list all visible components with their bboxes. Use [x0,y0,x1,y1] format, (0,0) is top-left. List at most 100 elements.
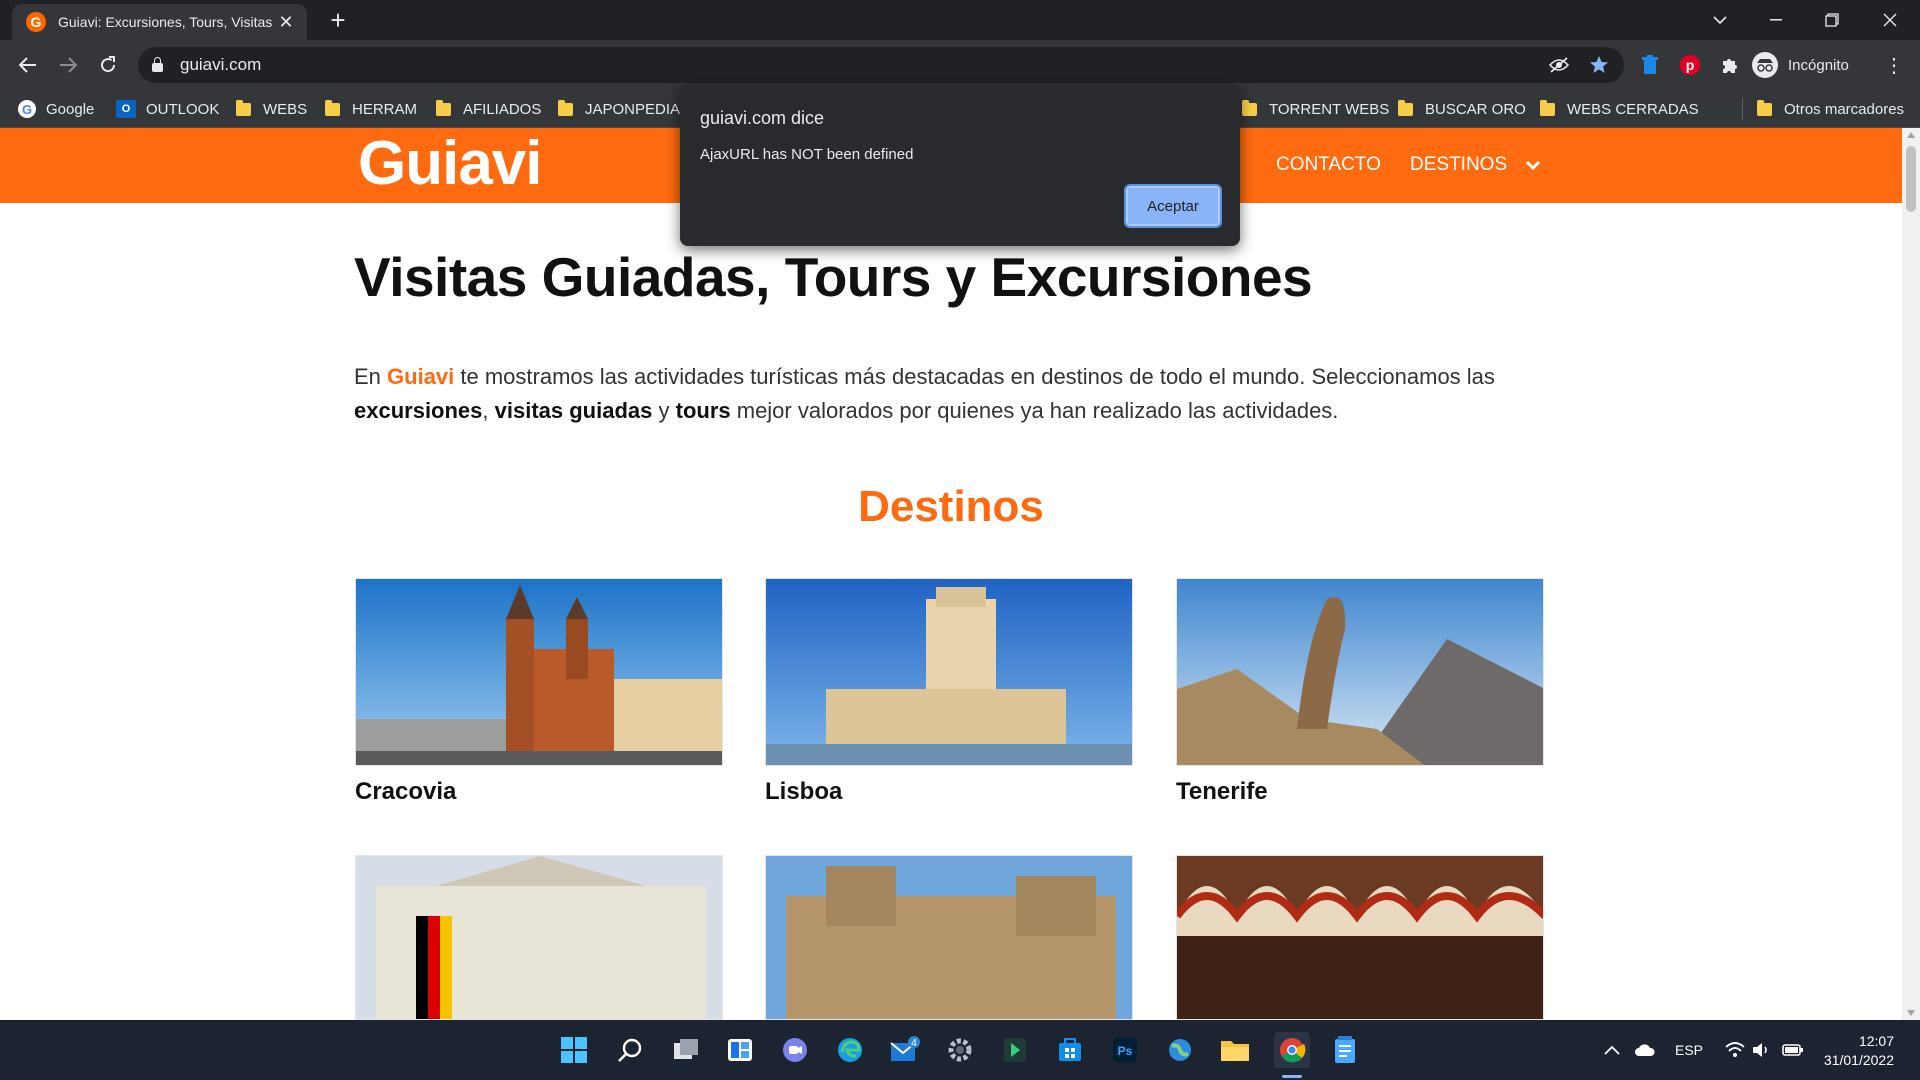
bookmark-label: WEBS [263,100,308,118]
bookmark-label: OUTLOOK [146,100,220,118]
profile-label: Incógnito [1788,56,1849,74]
nav-item-destinos[interactable]: DESTINOS [1410,154,1507,176]
intro-paragraph: En Guiavi te mostramos las actividades t… [354,364,1495,423]
destination-image[interactable] [1176,578,1544,766]
settings-gear-icon[interactable] [942,1032,978,1068]
destination-name[interactable]: Cracovia [355,778,723,806]
scroll-down-icon[interactable] [1907,1010,1915,1016]
chrome-active-indicator [1282,1075,1302,1078]
chrome-icon[interactable] [1274,1032,1310,1068]
bookmark-google[interactable]: G Google [18,90,94,128]
wifi-icon[interactable] [1725,1020,1745,1080]
tab-search-icon[interactable] [1692,0,1748,40]
new-tab-button[interactable]: + [322,6,354,34]
language-indicator[interactable]: ESP [1675,1020,1703,1080]
trash-extension-icon[interactable] [1634,49,1666,81]
search-icon[interactable] [612,1032,648,1068]
notepad-icon[interactable] [1327,1032,1363,1068]
task-view-icon[interactable] [668,1032,704,1068]
bookmark-label: HERRAM [352,100,418,118]
eye-off-icon[interactable] [1543,49,1575,81]
destination-image[interactable] [355,578,723,766]
bookmark-folder-herram[interactable]: HERRAM [325,90,417,128]
bookmark-folder-buscar-oro[interactable]: BUSCAR ORO [1398,90,1526,128]
folder-icon [236,99,251,116]
destination-card-6[interactable] [1176,855,1544,1020]
folder-icon [558,99,573,116]
url-text: guiavi.com [180,55,262,74]
destination-card-5[interactable] [765,855,1133,1020]
bookmark-folder-otros[interactable]: Otros marcadores [1757,90,1904,128]
alert-dialog: guiavi.com dice AjaxURL has NOT been def… [680,84,1240,246]
volume-icon[interactable] [1752,1020,1772,1080]
destination-card-cracovia[interactable]: Cracovia [355,578,723,806]
folder-icon [436,99,451,116]
clock[interactable]: 12:07 31/01/2022 [1822,1032,1894,1070]
restore-button[interactable] [1804,0,1860,40]
nav-item-contacto[interactable]: CONTACTO [1276,154,1381,176]
clock-date: 31/01/2022 [1823,1052,1894,1068]
close-window-button[interactable] [1862,0,1918,40]
destination-image[interactable] [765,578,1133,766]
bookmark-star-icon[interactable] [1583,49,1615,81]
start-windows-icon[interactable] [556,1032,592,1068]
onedrive-cloud-icon[interactable] [1634,1020,1656,1080]
minimize-button[interactable] [1748,0,1804,40]
section-title-destinos: Destinos [858,482,1044,531]
bookmark-label: BUSCAR ORO [1425,100,1526,118]
address-bar[interactable]: guiavi.com [138,47,1624,83]
teams-chat-icon[interactable] [777,1032,813,1068]
bookmark-folder-webs[interactable]: WEBS [236,90,307,128]
bookmark-folder-torrent-webs[interactable]: TORRENT WEBS [1242,90,1389,128]
mail-badge-count: 4 [911,1038,917,1049]
destination-card-tenerife[interactable]: Tenerife [1176,578,1544,806]
outlook-icon: O [116,100,136,118]
destination-name[interactable]: Lisboa [765,778,1133,806]
bookmark-label: TORRENT WEBS [1269,100,1390,118]
scrollbar-thumb[interactable] [1906,146,1916,212]
bookmark-folder-afiliados[interactable]: AFILIADOS [436,90,541,128]
photoshop-icon[interactable]: Ps [1107,1032,1143,1068]
extensions-puzzle-icon[interactable] [1714,49,1746,81]
tray-overflow-icon[interactable] [1604,1020,1620,1080]
destination-card-lisboa[interactable]: Lisboa [765,578,1133,806]
browser-menu-icon[interactable]: ⋮ [1880,49,1908,81]
forward-button[interactable] [52,49,84,81]
scroll-up-icon[interactable] [1907,132,1915,138]
file-explorer-icon[interactable] [1217,1032,1253,1068]
folder-icon [1242,99,1257,116]
bookmark-label: AFILIADOS [463,100,542,118]
store-icon[interactable] [1052,1032,1088,1068]
destination-image[interactable] [355,855,723,1020]
destination-image[interactable] [765,855,1133,1020]
taskbar: 4 Ps ESP 12:07 31/01/2022 [0,1020,1920,1080]
lock-icon [152,56,163,72]
destination-card-4[interactable] [355,855,723,1020]
bookmark-folder-webs-cerradas[interactable]: WEBS CERRADAS [1540,90,1699,128]
bookmark-outlook[interactable]: O OUTLOOK [116,90,219,128]
folder-icon [1398,99,1413,116]
browser-tab[interactable]: G Guiavi: Excursiones, Tours, Visitas ✕ [12,4,307,40]
battery-icon[interactable] [1782,1020,1804,1080]
incognito-icon [1752,52,1778,78]
mail-icon[interactable]: 4 [887,1032,923,1068]
app-green-arrow-icon[interactable] [997,1032,1033,1068]
pinterest-icon[interactable]: p [1674,49,1706,81]
back-button[interactable] [12,49,44,81]
alert-title: guiavi.com dice [700,108,825,128]
tab-close-icon[interactable]: ✕ [275,12,297,33]
reload-button[interactable] [92,49,124,81]
site-logo[interactable]: Guiavi [358,132,543,196]
bookmark-folder-japonpedia[interactable]: JAPONPEDIA [558,90,680,128]
globe-app-icon[interactable] [1162,1032,1198,1068]
incognito-profile-button[interactable]: Incógnito [1752,48,1849,82]
edge-browser-icon[interactable] [832,1032,868,1068]
chevron-down-icon[interactable] [1524,156,1542,174]
clock-time: 12:07 [1858,1033,1894,1049]
page-scrollbar[interactable] [1902,128,1920,1020]
browser-toolbar: guiavi.com p Incógnito ⋮ [0,40,1920,90]
alert-accept-button[interactable]: Aceptar [1124,184,1222,228]
destination-image[interactable] [1176,855,1544,1020]
destination-name[interactable]: Tenerife [1176,778,1544,806]
widgets-icon[interactable] [722,1032,758,1068]
